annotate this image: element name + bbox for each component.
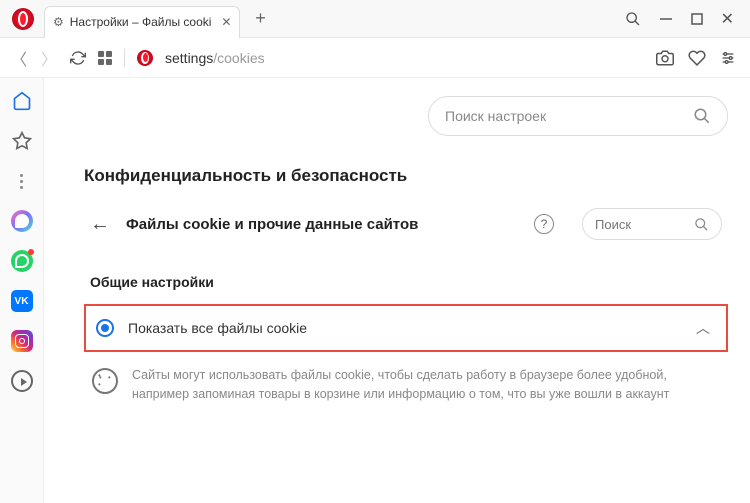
easy-setup-icon[interactable]	[720, 50, 736, 66]
url-path: /cookies	[213, 50, 264, 66]
opera-logo[interactable]	[12, 8, 34, 30]
search-icon	[693, 107, 711, 125]
heart-icon[interactable]	[688, 49, 706, 67]
option-show-all-cookies[interactable]: Показать все файлы cookie ︿	[84, 304, 728, 352]
subsection-search[interactable]	[582, 208, 722, 240]
subsection-header: ← Файлы cookie и прочие данные сайтов ?	[84, 208, 728, 240]
sidebar: VK	[0, 78, 44, 503]
whatsapp-icon[interactable]	[11, 250, 33, 272]
vk-icon[interactable]: VK	[11, 290, 33, 312]
option-description: Сайты могут использовать файлы cookie, ч…	[132, 366, 720, 404]
url-display[interactable]: settings/cookies	[165, 50, 644, 66]
forward-button[interactable]: 〉	[40, 46, 58, 70]
close-tab-icon[interactable]: ✕	[221, 15, 231, 29]
search-input[interactable]	[445, 108, 693, 124]
sub-search-input[interactable]	[595, 217, 694, 232]
bookmark-icon[interactable]	[11, 130, 33, 152]
browser-tab[interactable]: ⚙ Настройки – Файлы cooki ✕	[44, 6, 240, 38]
option-description-row: Сайты могут использовать файлы cookie, ч…	[84, 366, 728, 404]
messenger-icon[interactable]	[11, 210, 33, 232]
gear-icon: ⚙	[53, 15, 64, 29]
settings-search[interactable]	[428, 96, 728, 136]
group-title: Общие настройки	[84, 274, 728, 290]
url-base: settings	[165, 50, 213, 66]
chevron-up-icon[interactable]: ︿	[696, 318, 710, 338]
instagram-icon[interactable]	[11, 330, 33, 352]
new-tab-button[interactable]: +	[248, 8, 272, 29]
player-icon[interactable]	[11, 370, 33, 392]
notification-dot	[28, 249, 34, 255]
radio-selected[interactable]	[96, 319, 114, 337]
more-icon[interactable]	[11, 170, 33, 192]
minimize-icon[interactable]	[659, 12, 673, 26]
titlebar: ⚙ Настройки – Файлы cooki ✕ + ✕	[0, 0, 750, 38]
snapshot-icon[interactable]	[656, 49, 674, 67]
subsection-title: Файлы cookie и прочие данные сайтов	[126, 216, 518, 233]
window-controls: ✕	[625, 9, 750, 29]
speed-dial-icon[interactable]	[98, 51, 112, 65]
back-arrow-icon[interactable]: ←	[90, 213, 110, 236]
settings-content: Конфиденциальность и безопасность ← Файл…	[44, 78, 750, 503]
section-title: Конфиденциальность и безопасность	[84, 166, 728, 186]
maximize-icon[interactable]	[691, 13, 703, 25]
opera-url-icon	[137, 50, 153, 66]
tab-title: Настройки – Файлы cooki	[70, 15, 212, 29]
help-icon[interactable]: ?	[534, 214, 554, 234]
divider	[124, 49, 125, 67]
reload-icon[interactable]	[70, 50, 86, 66]
option-label: Показать все файлы cookie	[128, 320, 682, 336]
search-icon	[694, 217, 709, 232]
close-window-icon[interactable]: ✕	[721, 9, 734, 29]
address-bar: 〈 〉 settings/cookies	[0, 38, 750, 78]
back-button[interactable]: 〈	[10, 46, 28, 70]
search-icon[interactable]	[625, 11, 641, 27]
home-icon[interactable]	[11, 90, 33, 112]
cookie-icon	[92, 368, 118, 394]
